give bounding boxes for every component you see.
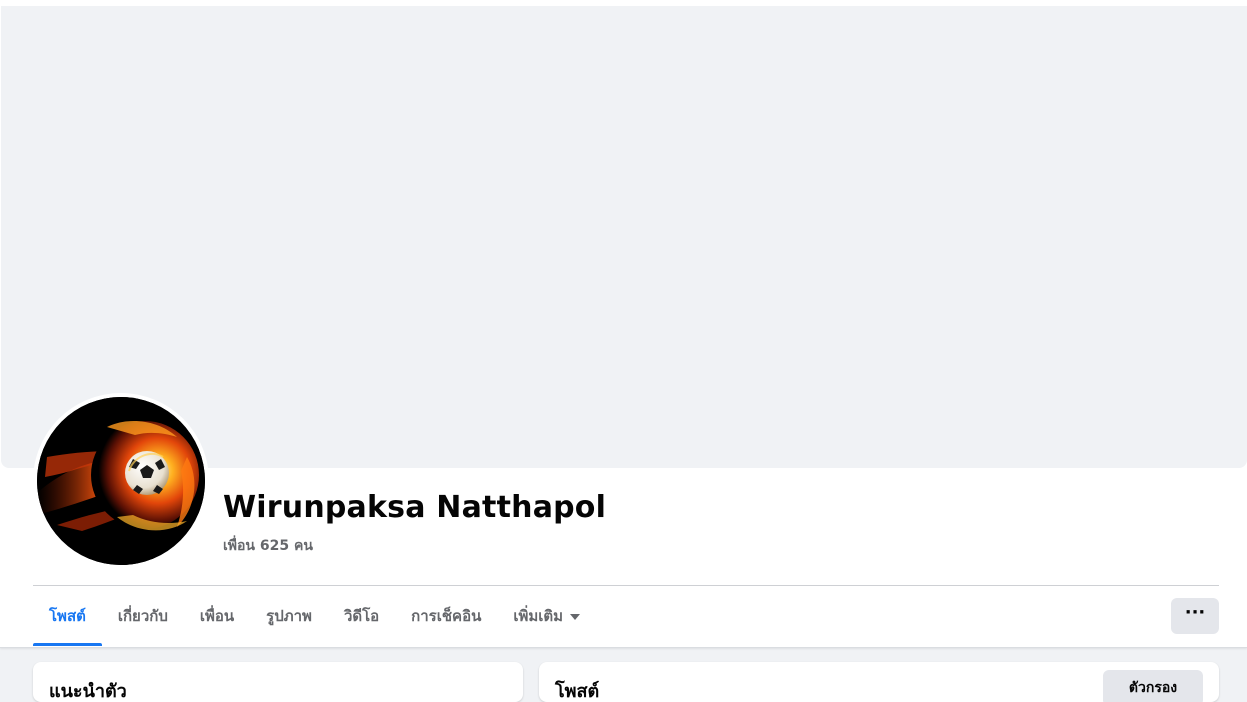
tab-label: เพิ่มเติม: [513, 607, 564, 625]
friend-count[interactable]: เพื่อน 625 คน: [223, 535, 313, 557]
cover-photo-area[interactable]: [1, 6, 1247, 468]
tab-photos[interactable]: รูปภาพ: [250, 586, 328, 646]
caret-down-icon: [570, 614, 581, 620]
tab-label: วิดีโอ: [343, 607, 380, 625]
profile-header: Wirunpaksa Natthapol เพื่อน 625 คน โพสต์…: [0, 0, 1247, 648]
intro-card: แนะนำตัว: [33, 662, 523, 702]
tab-checkins[interactable]: การเช็คอิน: [395, 586, 497, 646]
ellipsis-icon: ···: [1184, 602, 1206, 623]
tab-label: เพื่อน: [199, 607, 235, 625]
tab-videos[interactable]: วิดีโอ: [328, 586, 395, 646]
tab-friends[interactable]: เพื่อน: [184, 586, 250, 646]
profile-name: Wirunpaksa Natthapol: [223, 490, 607, 525]
avatar[interactable]: [37, 397, 205, 565]
tab-posts[interactable]: โพสต์: [33, 586, 102, 646]
tab-label: โพสต์: [49, 607, 86, 625]
tab-label: รูปภาพ: [266, 607, 312, 625]
posts-card: โพสต์ ตัวกรอง: [539, 662, 1219, 702]
flaming-soccer-ball-icon: [37, 397, 205, 565]
filter-button[interactable]: ตัวกรอง: [1103, 670, 1203, 702]
tab-about[interactable]: เกี่ยวกับ: [102, 586, 184, 646]
profile-tabs: โพสต์ เกี่ยวกับ เพื่อน รูปภาพ วิดีโอ การ…: [33, 586, 596, 646]
tab-more[interactable]: เพิ่มเติม: [497, 586, 596, 646]
more-options-button[interactable]: ···: [1171, 598, 1219, 634]
tab-label: เกี่ยวกับ: [117, 607, 168, 625]
intro-title: แนะนำตัว: [49, 681, 127, 702]
tab-label: การเช็คอิน: [411, 607, 482, 625]
posts-title: โพสต์: [555, 681, 600, 702]
